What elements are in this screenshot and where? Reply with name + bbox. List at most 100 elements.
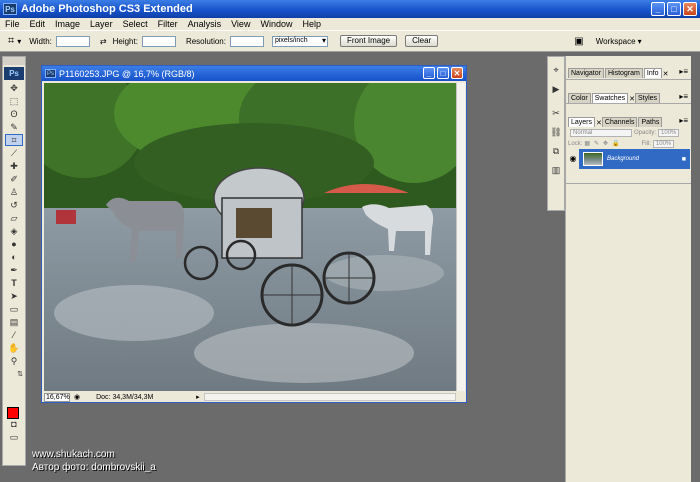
doc-close-button[interactable]: ✕ [451,67,463,79]
width-input[interactable] [55,35,90,47]
crop-tool-icon-selected[interactable]: ⌗ [5,134,23,146]
info-tab-close-icon[interactable]: ✕ [663,70,669,78]
workspace-chevron-icon[interactable]: ▾ [638,37,642,46]
tab-histogram[interactable]: Histogram [604,68,643,78]
eyedropper-tool-icon[interactable]: ⁄ [5,329,23,341]
close-button[interactable]: ✕ [683,2,697,16]
pen-tool-icon[interactable]: ✒ [5,264,23,276]
panel-menu-icon[interactable]: ▸≡ [679,92,688,101]
watermark-site: www.shukach.com [32,449,115,460]
swap-colors-icon[interactable]: ⇅ [5,368,23,380]
toolbox-grip[interactable] [3,57,25,65]
quick-selection-tool-icon[interactable]: ✎ [5,121,23,133]
eraser-tool-icon[interactable]: ▱ [5,212,23,224]
menu-image[interactable]: Image [50,19,85,29]
image-canvas[interactable] [44,83,456,391]
lasso-tool-icon[interactable]: ʘ [5,108,23,120]
swap-dimensions-icon[interactable]: ⇄ [100,37,107,46]
lock-label: Lock: [568,140,583,147]
notes-tool-icon[interactable]: ▤ [5,316,23,328]
foreground-color-swatch[interactable] [7,407,19,419]
actions-panel-icon[interactable]: ⛓ [550,126,562,138]
panel-menu-icon[interactable]: ▸≡ [679,116,688,125]
tab-color[interactable]: Color [568,93,591,103]
window-title: Adobe Photoshop CS3 Extended [21,3,193,15]
screen-mode-icon[interactable]: ▭ [5,431,23,443]
menu-select[interactable]: Select [118,19,153,29]
lock-image-icon[interactable]: ✎ [594,140,599,147]
width-label: Width: [29,36,52,46]
marquee-tool-icon[interactable]: ⬚ [5,95,23,107]
brushes-panel-icon[interactable]: ⌖ [550,64,562,76]
zoom-tool-icon[interactable]: ⚲ [5,355,23,367]
tab-info[interactable]: Info [643,68,662,78]
paint-bucket-tool-icon[interactable]: ◈ [5,225,23,237]
tab-paths[interactable]: Paths [638,117,663,127]
fill-field[interactable]: 100% [652,139,675,148]
tab-navigator[interactable]: Navigator [568,68,604,78]
tab-channels[interactable]: Channels [601,117,638,127]
vertical-scrollbar[interactable] [456,83,465,391]
dodge-tool-icon[interactable]: ◐ [5,251,23,263]
lock-all-icon[interactable]: 🔒 [612,140,619,147]
maximize-button[interactable]: □ [667,2,681,16]
front-image-button[interactable]: Front Image [339,35,398,47]
minimize-button[interactable]: _ [651,2,665,16]
status-info-icon[interactable]: ◉ [74,393,80,401]
path-selection-tool-icon[interactable]: ➤ [5,290,23,302]
clone-source-panel-icon[interactable]: ✂ [550,107,562,119]
panel-menu-icon[interactable]: ▸≡ [679,67,688,76]
menu-layer[interactable]: Layer [85,19,118,29]
lock-transparency-icon[interactable]: ▦ [584,140,590,147]
toolbox-logo[interactable]: Ps [4,67,24,80]
tab-swatches[interactable]: Swatches [591,93,629,103]
menu-view[interactable]: View [226,19,255,29]
type-tool-icon[interactable]: T [5,277,23,289]
status-menu-arrow-icon[interactable]: ▸ [196,393,200,401]
blur-tool-icon[interactable]: ● [5,238,23,250]
menu-edit[interactable]: Edit [25,19,51,29]
layers-lock-row: Lock: ▦ ✎ ✥ 🔒 Fill: 100% [566,138,691,149]
layer-visibility-eye-icon[interactable]: ◉ [567,149,579,169]
hand-tool-icon[interactable]: ✋ [5,342,23,354]
document-title-bar[interactable]: Ps P1160253.JPG @ 16,7% (RGB/8) _ □ ✕ [42,66,466,81]
brush-tool-icon[interactable]: ✐ [5,173,23,185]
history-brush-tool-icon[interactable]: ↺ [5,199,23,211]
history-panel-icon[interactable]: ⧉ [550,145,562,157]
clone-stamp-tool-icon[interactable]: ♙ [5,186,23,198]
color-panel-group: Color Swatches ✕ Styles ▸≡ [566,80,691,104]
menu-window[interactable]: Window [255,19,297,29]
blend-mode-select[interactable]: Normal [570,128,632,137]
crop-tool-icon[interactable]: ⌗ [8,35,14,48]
palette-well-icon[interactable]: ▣ [574,36,583,47]
tab-layers[interactable]: Layers [568,117,596,127]
document-ps-icon: Ps [45,69,56,78]
tab-styles[interactable]: Styles [634,93,661,103]
doc-maximize-button[interactable]: □ [437,67,449,79]
doc-size-readout: Doc: 34,3M/34,3M [96,393,154,401]
menu-filter[interactable]: Filter [153,19,183,29]
shape-tool-icon[interactable]: ▭ [5,303,23,315]
height-input[interactable] [141,35,176,47]
menu-analysis[interactable]: Analysis [183,19,227,29]
clear-button[interactable]: Clear [405,35,439,47]
layer-row-background[interactable]: ◉ Background ■ [567,149,690,169]
doc-minimize-button[interactable]: _ [423,67,435,79]
slice-tool-icon[interactable]: ⟋ [5,147,23,159]
menu-help[interactable]: Help [297,19,326,29]
horizontal-scrollbar[interactable] [203,393,456,401]
resolution-unit-select[interactable]: pixels/inch [271,35,328,47]
resolution-input[interactable] [229,35,264,47]
tool-presets-panel-icon[interactable]: ▶ [550,83,562,95]
move-tool-icon[interactable]: ✥ [5,82,23,94]
workspace-menu[interactable]: Workspace [596,37,636,46]
layer-comps-panel-icon[interactable]: ▥ [550,164,562,176]
tool-preset-dropdown-icon[interactable]: ▾ [17,37,21,46]
healing-brush-tool-icon[interactable]: ✚ [5,160,23,172]
zoom-level-field[interactable]: 16,67% [44,392,70,402]
quick-mask-icon[interactable]: ◘ [5,418,23,430]
menu-file[interactable]: File [0,19,25,29]
opacity-field[interactable]: 100% [658,128,680,137]
height-label: Height: [112,36,138,46]
lock-position-icon[interactable]: ✥ [603,140,608,147]
